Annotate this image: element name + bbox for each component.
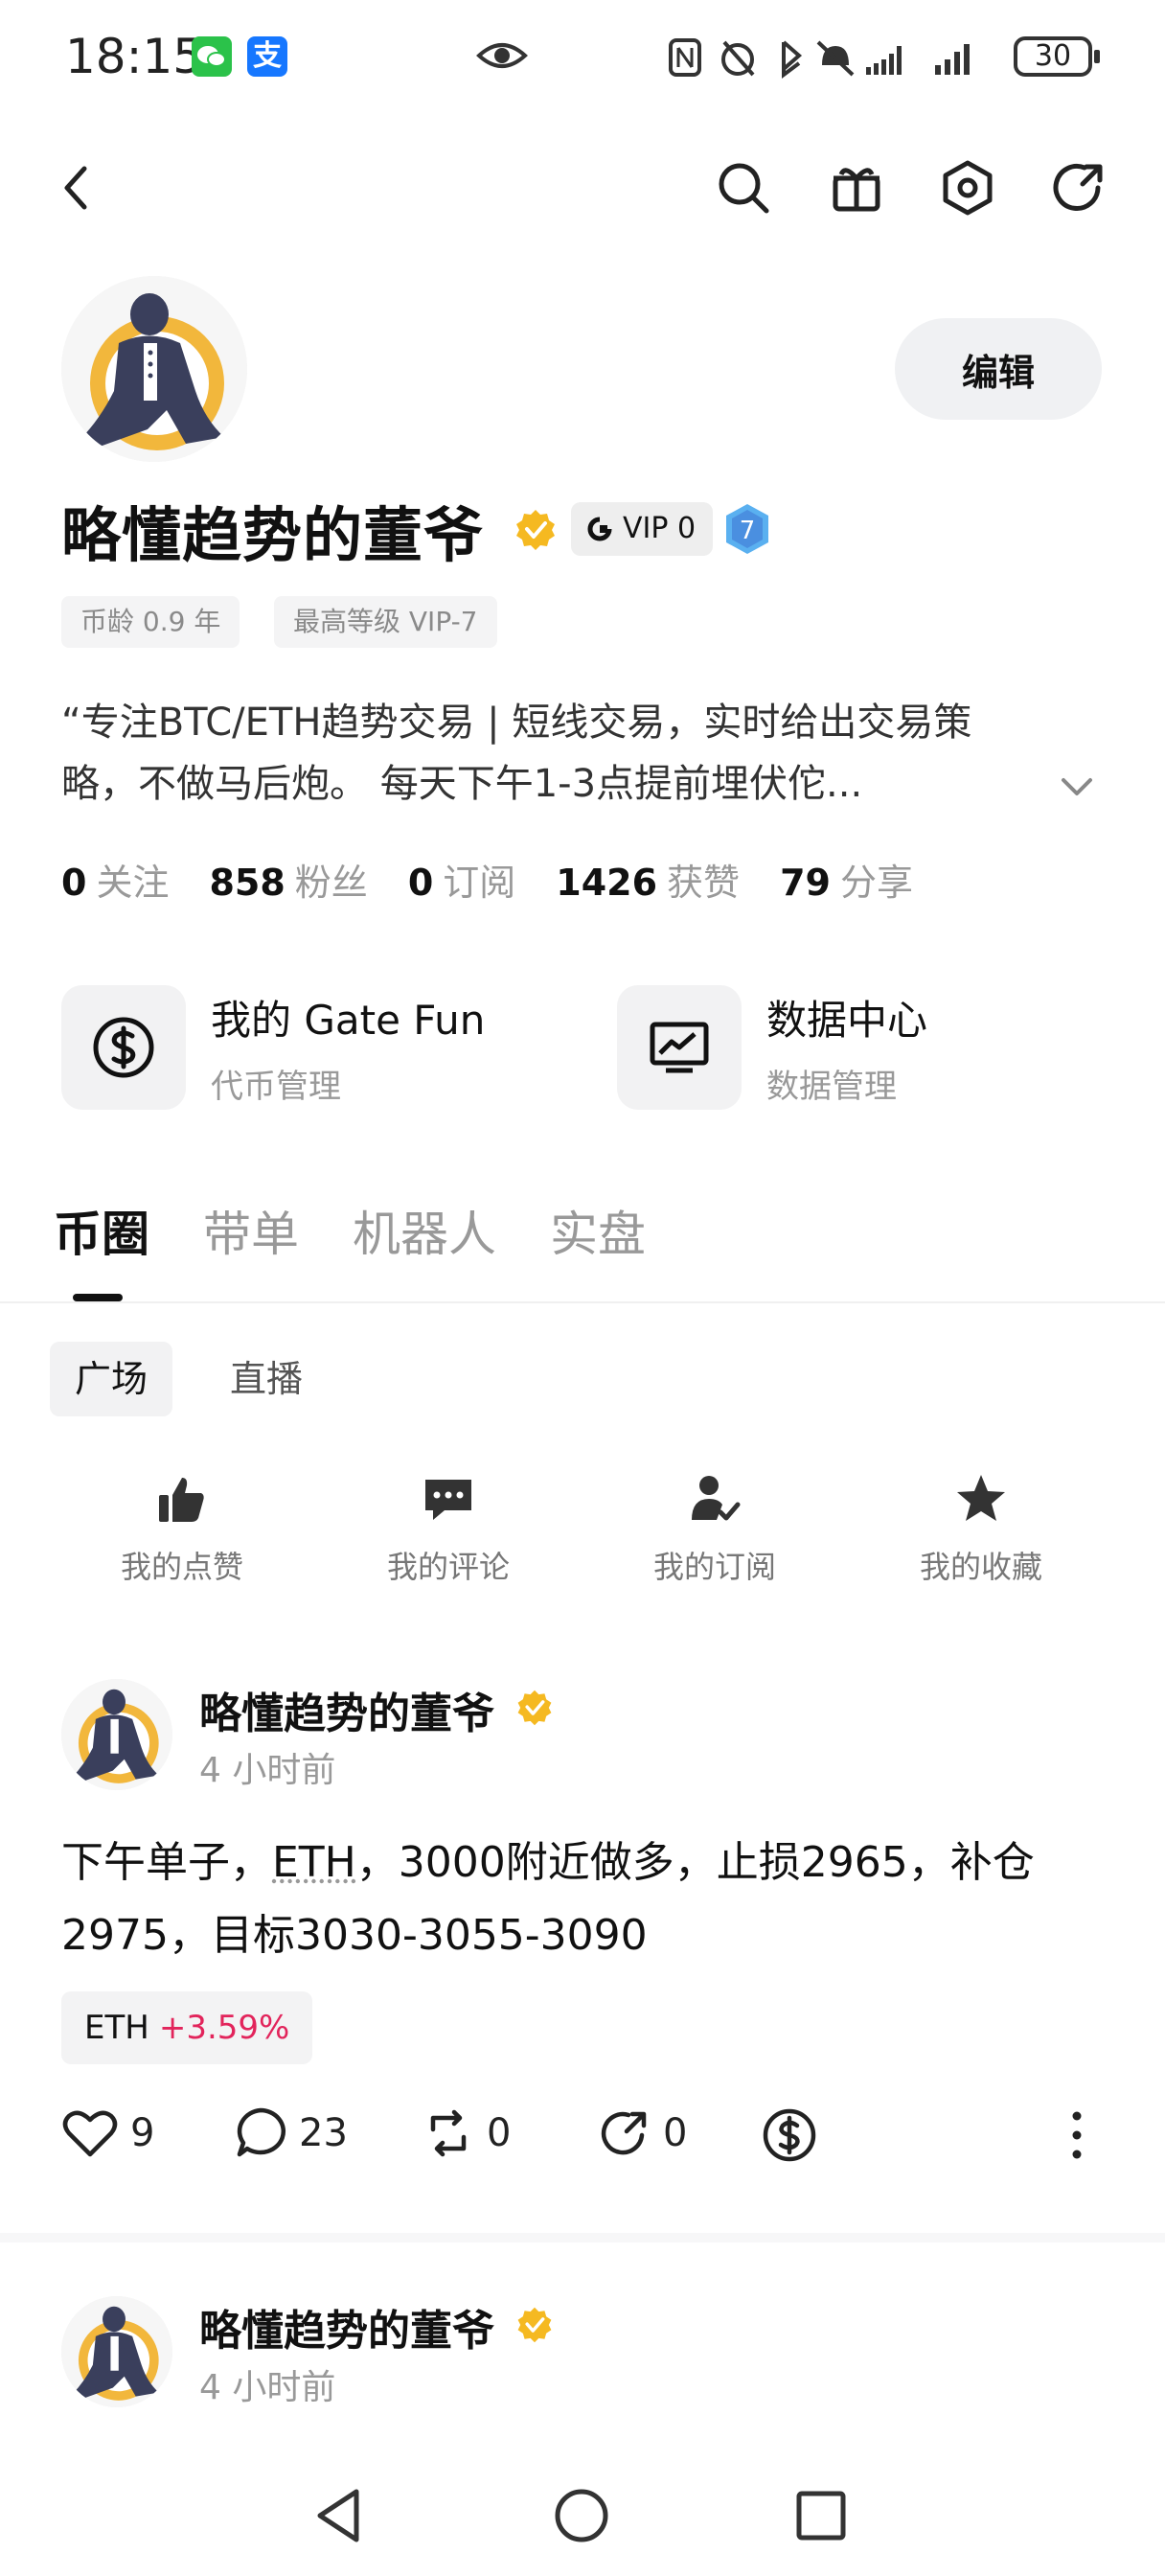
share-icon[interactable]	[1050, 159, 1108, 220]
system-nav-bar	[0, 2453, 1165, 2576]
tab-underline	[73, 1294, 123, 1301]
coin-age-tag: 币龄 0.9 年	[61, 596, 240, 648]
comment-count: 23	[299, 2111, 348, 2155]
like-button[interactable]: 9	[61, 2106, 154, 2160]
gift-icon[interactable]	[828, 159, 885, 220]
main-tabs: 币圈 带单 机器人 实盘	[54, 1196, 646, 1265]
alipay-icon: 支	[247, 36, 287, 77]
subtab-live[interactable]: 直播	[205, 1342, 328, 1416]
tab-bots[interactable]: 机器人	[353, 1196, 496, 1265]
stat-shares[interactable]: 79 分享	[780, 853, 913, 906]
profile-bio[interactable]: “专注BTC/ETH趋势交易 | 短线交易，实时给出交易策 略，不做马后炮。 每…	[61, 692, 1067, 815]
level-badge[interactable]: 7	[722, 502, 772, 560]
data-center-card[interactable]: 数据中心 数据管理	[617, 983, 927, 1112]
repost-button[interactable]: 0	[422, 2106, 511, 2160]
status-time: 18:15	[65, 29, 204, 84]
post-coin-mention[interactable]: ETH	[272, 1838, 356, 1887]
nav-home-icon[interactable]	[548, 2482, 615, 2553]
vip-label: VIP 0	[623, 512, 697, 545]
share-arrow-icon	[601, 2111, 647, 2155]
nav-recents-icon[interactable]	[788, 2482, 855, 2553]
stat-subscriptions[interactable]: 0 订阅	[408, 853, 515, 906]
nav-back-icon[interactable]	[307, 2482, 374, 2553]
my-comments-label: 我的评论	[386, 1549, 510, 1585]
verified-icon	[514, 508, 558, 556]
wechat-icon	[192, 36, 232, 77]
my-subscriptions-label: 我的订阅	[652, 1549, 776, 1585]
post-author-avatar[interactable]	[61, 2296, 172, 2407]
bio-line-2: 略，不做马后炮。 每天下午1-3点提前埋伏佗...	[61, 762, 863, 806]
stat-followers[interactable]: 858 粉丝	[209, 853, 367, 906]
post-time: 4 小时前	[199, 1751, 336, 1790]
tab-copy-trading[interactable]: 带单	[203, 1196, 299, 1265]
share-count: 0	[663, 2111, 688, 2155]
my-favorites-label: 我的收藏	[919, 1549, 1042, 1585]
profile-stats: 0 关注 858 粉丝 0 订阅 1426 获赞 79 分享	[61, 853, 953, 906]
coin-change: +3.59%	[158, 2009, 290, 2047]
vip-badge[interactable]: VIP 0	[571, 502, 714, 556]
comment-bubble-icon	[237, 2107, 286, 2157]
coin-tag[interactable]: ETH +3.59%	[61, 1991, 313, 2064]
verified-icon	[515, 2306, 554, 2348]
my-favorites-button[interactable]: 我的收藏	[885, 1472, 1077, 1587]
post-content[interactable]: 下午单子，ETH，3000附近做多，止损2965，补仓2975，目标3030-3…	[61, 1827, 1106, 1972]
gate-fun-card[interactable]: 我的 Gate Fun 代币管理	[61, 983, 485, 1112]
post-author-name[interactable]: 略懂趋势的董爷	[199, 1679, 494, 1740]
my-likes-label: 我的点赞	[120, 1549, 243, 1585]
dollar-coin-icon	[763, 2108, 816, 2162]
coin-symbol: ETH	[84, 2009, 149, 2047]
share-post-button[interactable]: 0	[598, 2106, 687, 2160]
star-icon	[957, 1475, 1005, 1521]
subtab-square[interactable]: 广场	[50, 1342, 173, 1416]
my-likes-button[interactable]: 我的点赞	[86, 1472, 278, 1587]
verified-icon	[515, 1689, 554, 1731]
max-level-tag: 最高等级 VIP-7	[274, 596, 497, 648]
bio-line-1: “专注BTC/ETH趋势交易 | 短线交易，实时给出交易策	[61, 701, 972, 745]
search-icon[interactable]	[715, 159, 772, 220]
edit-profile-button[interactable]: 编辑	[895, 318, 1102, 420]
profile-name: 略懂趋势的董爷	[61, 500, 485, 570]
comment-icon	[425, 1480, 471, 1520]
settings-icon[interactable]	[939, 159, 996, 220]
post-author-name[interactable]: 略懂趋势的董爷	[199, 2296, 494, 2358]
comment-button[interactable]: 23	[234, 2106, 348, 2160]
chart-monitor-icon	[617, 985, 742, 1110]
back-arrow-icon[interactable]	[57, 159, 96, 220]
gate-fun-title: 我的 Gate Fun	[211, 997, 486, 1044]
battery-indicator: 30	[1014, 36, 1100, 77]
tab-divider	[0, 1301, 1165, 1303]
dollar-circle-icon	[61, 985, 186, 1110]
heart-icon	[62, 2110, 118, 2157]
thumbs-up-icon	[159, 1478, 204, 1522]
stat-likes-received[interactable]: 1426 获赞	[556, 853, 740, 906]
tab-live-account[interactable]: 实盘	[550, 1196, 646, 1265]
my-comments-button[interactable]: 我的评论	[353, 1472, 544, 1587]
like-count: 9	[130, 2111, 155, 2155]
profile-avatar[interactable]	[61, 276, 247, 462]
eye-icon	[475, 34, 529, 80]
more-options-icon[interactable]	[1067, 2106, 1086, 2164]
post-author-avatar[interactable]	[61, 1679, 172, 1790]
user-check-icon	[692, 1476, 741, 1521]
repost-count: 0	[487, 2111, 512, 2155]
post-time: 4 小时前	[199, 2368, 336, 2407]
my-subscriptions-button[interactable]: 我的订阅	[619, 1472, 811, 1587]
chevron-down-icon[interactable]	[1058, 772, 1096, 805]
gate-fun-subtitle: 代币管理	[211, 1068, 341, 1106]
top-nav	[0, 144, 1165, 230]
tab-coin-circle[interactable]: 币圈	[54, 1196, 149, 1265]
post-separator	[0, 2233, 1165, 2242]
post-actions: 9 23 0 0	[61, 2106, 1106, 2174]
system-icons	[667, 36, 1002, 82]
status-bar: 18:15 支 30	[0, 0, 1165, 115]
data-center-title: 数据中心	[766, 997, 928, 1044]
tip-button[interactable]	[761, 2106, 818, 2164]
repost-icon	[430, 2109, 467, 2157]
vip-logo-icon	[587, 517, 612, 541]
level-number: 7	[740, 517, 756, 545]
data-center-subtitle: 数据管理	[766, 1068, 897, 1106]
stat-following[interactable]: 0 关注	[61, 853, 169, 906]
